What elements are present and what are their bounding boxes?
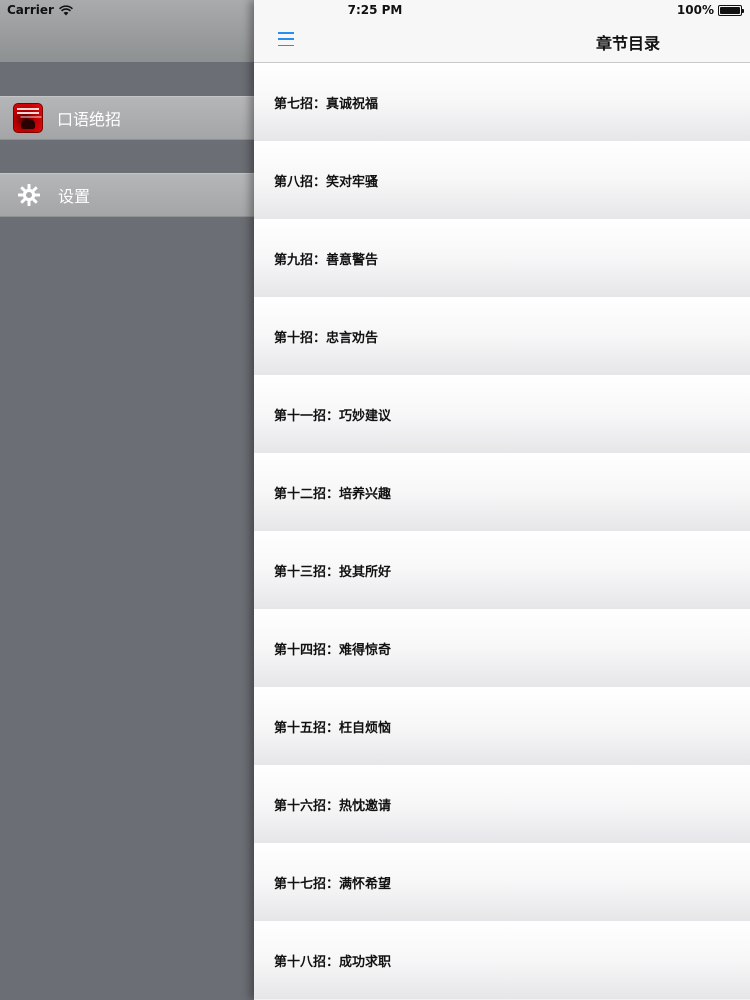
status-time-text: 7:25 PM [347,3,403,17]
status-time: 7:25 PM [0,3,750,17]
app-icon [13,103,43,133]
gear-icon [14,180,44,210]
chapter-list-item[interactable]: 第十四招：难得惊奇 [254,609,750,687]
chapter-list-item[interactable]: 第十三招：投其所好 [254,531,750,609]
chapter-list-item[interactable]: 第十七招：满怀希望 [254,843,750,921]
battery-icon [718,4,744,16]
side-menu-item-settings[interactable]: 设置 [0,173,254,217]
chapter-list-item[interactable]: 第十招：忠言劝告 [254,297,750,375]
chapter-list-item[interactable]: 第十六招：热忱邀请 [254,765,750,843]
status-bar: Carrier 7:25 PM 100% [0,0,750,22]
chapter-list-item[interactable]: 第九招：善意警告 [254,219,750,297]
battery-info: 100% [676,3,744,17]
chapter-list-item[interactable]: 第十五招：枉自烦恼 [254,687,750,765]
page-title: 章节目录 [254,30,750,54]
chapter-list-item[interactable]: 第十二招：培养兴趣 [254,453,750,531]
side-menu-item-label: 设置 [58,187,91,206]
chapter-list-item[interactable]: 第十八招：成功求职 [254,921,750,999]
side-menu: 口语绝招 设置 [0,0,254,1000]
side-menu-item-label: 口语绝招 [57,110,122,129]
page-title-text: 章节目录 [596,34,661,53]
chapter-list-item[interactable]: 第七招：真诚祝福 [254,63,750,141]
chapter-list-item[interactable]: 第十一招：巧妙建议 [254,375,750,453]
main-panel: 章节目录 第七招：真诚祝福 第八招：笑对牢骚 第九招：善意警告 第十招：忠言劝告… [254,0,750,1000]
chapter-list: 第七招：真诚祝福 第八招：笑对牢骚 第九招：善意警告 第十招：忠言劝告 第十一招… [254,63,750,999]
chapter-list-item[interactable]: 第八招：笑对牢骚 [254,141,750,219]
side-menu-item-app[interactable]: 口语绝招 [0,96,254,140]
battery-percent: 100% [676,3,714,17]
